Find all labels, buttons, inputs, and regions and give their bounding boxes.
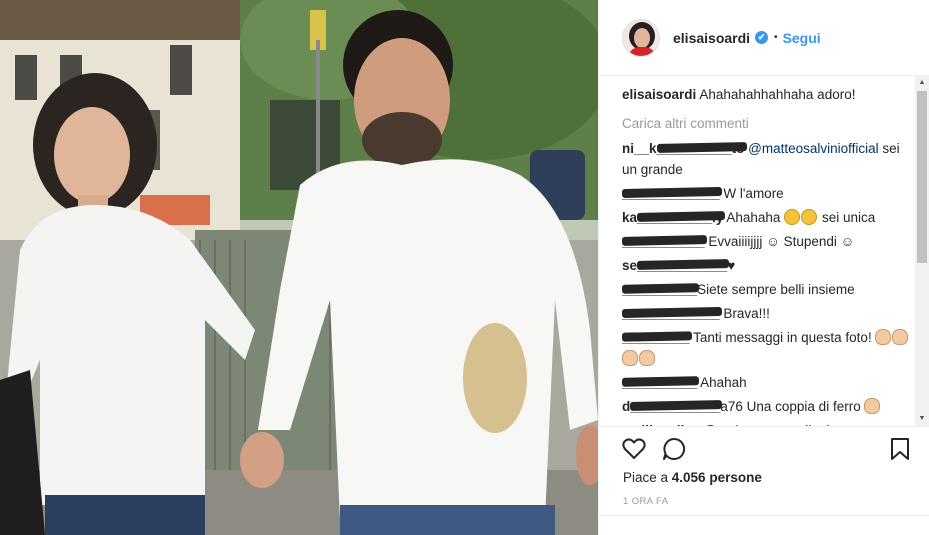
comments-list[interactable]: elisaisoardi Ahahahahhahhaha adoro! Cari…	[622, 84, 914, 427]
caption: elisaisoardi Ahahahahhahhaha adoro!	[622, 84, 914, 105]
bookmark-icon[interactable]	[887, 436, 913, 462]
post-timestamp[interactable]: 1 ORA FA	[623, 496, 668, 507]
comment-author[interactable]: _____________	[622, 306, 720, 321]
comment-author[interactable]: _____________	[622, 186, 720, 201]
post-actions: Piace a 4.056 persone 1 ORA FA	[599, 426, 929, 535]
post-details-panel: elisaisoardi ✔ • Segui elisaisoardi Ahah…	[598, 0, 929, 535]
follow-button[interactable]: Segui	[783, 30, 821, 46]
comment-row: ni__k__________to @matteosalviniofficial…	[622, 138, 914, 180]
comment-author[interactable]: ni__k__________to	[622, 141, 744, 156]
heart-outline-icon[interactable]	[621, 436, 647, 462]
redacted-username: _____________	[622, 303, 720, 324]
comment-text: Evvaiiiijjjj ☺ Stupendi ☺	[704, 234, 855, 249]
comment-row: __________ Ahahah	[622, 372, 914, 393]
clapping-hands-icon	[864, 398, 881, 414]
clapping-hands-icon	[622, 350, 638, 366]
comment-text-after: sei unica	[818, 210, 876, 225]
comment-author[interactable]: se____________	[622, 258, 727, 273]
load-more-comments-button[interactable]: Carica altri commenti	[622, 113, 914, 134]
clapping-hands-icon	[892, 329, 909, 345]
avatar[interactable]	[622, 18, 660, 57]
comment-row: d____________a76 Una coppia di ferro	[622, 396, 914, 417]
comment-row: __________Siete sempre belli insieme	[622, 279, 914, 300]
verified-badge-icon: ✔	[755, 31, 769, 44]
action-icons	[621, 436, 911, 464]
comment-row: _____________ Brava!!!	[622, 303, 914, 324]
header-separator: •	[774, 32, 778, 43]
scroll-up-arrow-icon[interactable]: ▲	[915, 76, 929, 90]
comment-author[interactable]: ___________	[622, 234, 705, 249]
redacted-username: ____________	[630, 396, 720, 417]
grinning-sweat-face-icon	[801, 209, 818, 225]
likes-prefix: Piace a	[623, 470, 672, 485]
comment-author-visible: ni__k	[622, 141, 657, 156]
redacted-username: ____________	[637, 255, 727, 276]
comment-text: Siete sempre belli insieme	[697, 282, 855, 297]
comment-author-visible: se	[622, 258, 638, 273]
comment-author[interactable]: __________	[622, 375, 697, 390]
grinning-sweat-face-icon	[784, 209, 801, 225]
redacted-username: __________	[622, 372, 697, 393]
caption-author[interactable]: elisaisoardi	[622, 87, 696, 102]
comments-scrollbar[interactable]: ▲ ▼	[915, 76, 929, 426]
comment-author[interactable]: d____________	[622, 399, 720, 414]
comment-author[interactable]: __________	[622, 282, 697, 297]
comment-text: Ahahah	[697, 375, 747, 390]
speech-bubble-icon[interactable]	[661, 436, 687, 462]
scroll-thumb[interactable]	[917, 91, 927, 263]
redacted-username: __________	[622, 279, 697, 300]
comment-text: W l'amore	[719, 186, 784, 201]
comment-row: _________ Tanti messaggi in questa foto!	[622, 327, 914, 369]
comment-author[interactable]: ka__________ly	[622, 210, 723, 225]
comment-author-visible: d	[622, 399, 631, 414]
clapping-hands-icon	[639, 350, 655, 366]
redacted-username: _____________	[622, 183, 720, 204]
comment-row: _____________ W l'amore	[622, 183, 914, 204]
comment-row: ___________ Evvaiiiijjjj ☺ Stupendi ☺	[622, 231, 914, 252]
comment-container: ni__k__________to @matteosalviniofficial…	[622, 138, 914, 427]
comment-author-visible: ka	[622, 210, 638, 225]
divider	[599, 515, 929, 516]
redacted-username: __________ly	[637, 207, 723, 228]
redacted-username: _________	[622, 327, 690, 348]
post-photo[interactable]	[0, 0, 598, 535]
comment-text: Tanti messaggi in questa foto!	[689, 330, 876, 345]
post-image	[0, 0, 598, 535]
comment-row: se____________♥	[622, 255, 914, 276]
likes-number: 4.056	[671, 470, 706, 485]
comment-text: a76 Una coppia di ferro	[720, 399, 865, 414]
comment-author[interactable]: _________	[622, 330, 690, 345]
redacted-username: ___________	[622, 231, 705, 252]
comment-row: ka__________ly Ahahaha sei unica	[622, 207, 914, 228]
scroll-down-arrow-icon[interactable]: ▼	[915, 412, 929, 426]
likes-count[interactable]: Piace a 4.056 persone	[623, 470, 762, 485]
comment-text: Ahahaha	[723, 210, 785, 225]
comment-mention[interactable]: @matteosalviniofficial	[748, 141, 879, 156]
redacted-username: __________to	[657, 138, 745, 159]
post-header: elisaisoardi ✔ • Segui	[599, 0, 929, 76]
post-author-username[interactable]: elisaisoardi	[673, 30, 750, 46]
caption-text: Ahahahahhahhaha adoro!	[699, 87, 856, 102]
thumbs-up-icon	[875, 329, 892, 345]
comment-text: Brava!!!	[719, 306, 770, 321]
likes-suffix: persone	[705, 470, 762, 485]
